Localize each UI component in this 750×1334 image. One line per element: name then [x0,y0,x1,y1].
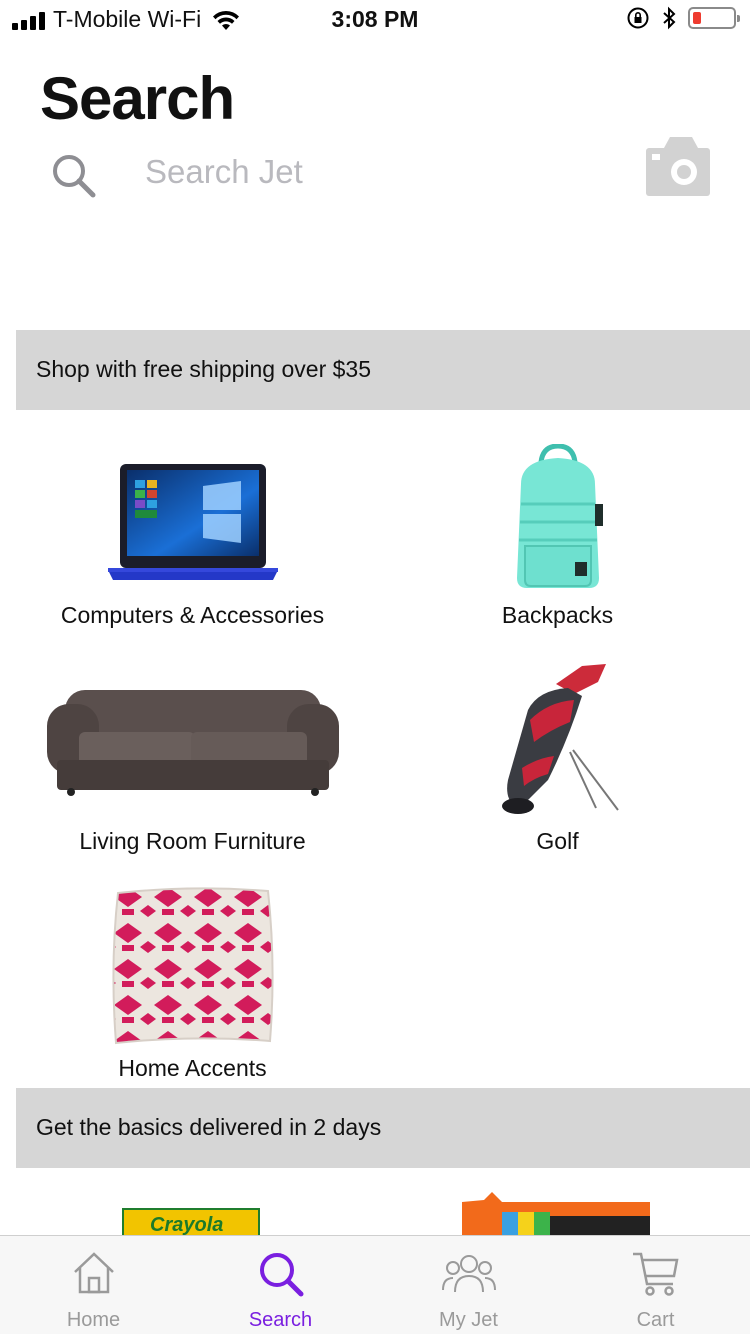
tab-bar: Home Search My Jet Cart [0,1235,750,1334]
search-bar [0,128,750,218]
bluetooth-icon [663,6,676,30]
category-home-accents[interactable]: Home Accents [5,885,380,1085]
product-crayola[interactable]: Crayola [122,1208,260,1238]
tab-label: Cart [636,1309,675,1331]
free-shipping-section-header: Shop with free shipping over $35 [16,330,750,410]
category-label: Backpacks [501,602,614,628]
backpack-image [516,444,603,588]
battery-icon [688,7,740,29]
home-icon [73,1252,114,1294]
tab-label: Home [66,1309,121,1331]
category-computers[interactable]: Computers & Accessories [5,440,380,640]
category-backpacks[interactable]: Backpacks [370,440,745,640]
category-label: Golf [536,828,579,854]
golf-bag-image [501,664,619,814]
tab-label: My Jet [439,1309,498,1331]
search-icon [53,155,96,198]
status-bar: T-Mobile Wi-Fi 3:08 PM [0,0,750,40]
camera-icon[interactable] [644,132,712,200]
category-label: Home Accents [118,1055,267,1081]
sofa-image [46,690,339,796]
category-label: Living Room Furniture [79,828,306,854]
tab-search[interactable]: Search [187,1236,374,1334]
snack-bar-image [462,1192,650,1238]
category-label: Computers & Accessories [60,602,325,628]
category-living-room-furniture[interactable]: Living Room Furniture [5,660,380,860]
two-day-delivery-section-header: Get the basics delivered in 2 days [16,1088,750,1168]
product-snack-bar[interactable] [462,1192,652,1238]
search-input[interactable] [145,148,605,196]
laptop-image [107,464,278,580]
section-title: Get the basics delivered in 2 days [36,1114,382,1140]
tab-label: Search [248,1309,313,1331]
people-icon [441,1255,496,1293]
search-icon [259,1253,303,1297]
cart-icon [632,1252,679,1296]
category-golf[interactable]: Golf [370,660,745,860]
crayola-brand-text: Crayola [150,1214,224,1236]
orientation-lock-icon [627,7,649,29]
section-title: Shop with free shipping over $35 [36,356,371,382]
tab-home[interactable]: Home [0,1236,187,1334]
page-title: Search [40,65,235,132]
pillow-image [111,887,274,1045]
tab-my-jet[interactable]: My Jet [375,1236,562,1334]
tab-cart[interactable]: Cart [562,1236,749,1334]
